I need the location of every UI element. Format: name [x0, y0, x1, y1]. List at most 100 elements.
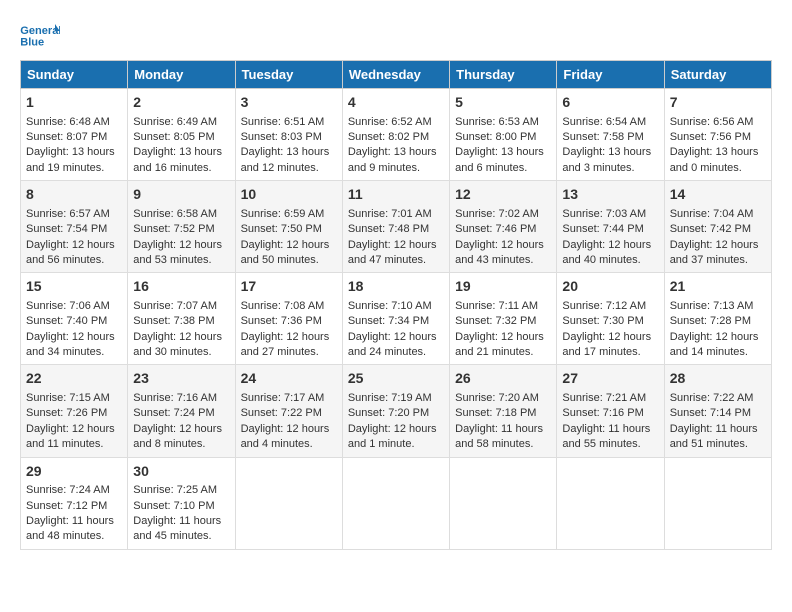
day-number: 22 [26, 369, 122, 389]
calendar-cell: 16Sunrise: 7:07 AMSunset: 7:38 PMDayligh… [128, 273, 235, 365]
day-number: 29 [26, 462, 122, 482]
day-info: Daylight: 13 hours and 3 minutes. [562, 145, 658, 176]
day-info: Sunrise: 6:58 AM [133, 207, 229, 222]
day-info: Sunrise: 7:12 AM [562, 299, 658, 314]
day-info: Sunset: 7:58 PM [562, 130, 658, 145]
day-number: 1 [26, 93, 122, 113]
calendar-cell: 13Sunrise: 7:03 AMSunset: 7:44 PMDayligh… [557, 181, 664, 273]
day-info: Sunrise: 6:52 AM [348, 115, 444, 130]
day-number: 26 [455, 369, 551, 389]
day-info: Daylight: 13 hours and 6 minutes. [455, 145, 551, 176]
day-info: Sunrise: 6:53 AM [455, 115, 551, 130]
day-info: Sunset: 7:56 PM [670, 130, 766, 145]
day-info: Daylight: 13 hours and 19 minutes. [26, 145, 122, 176]
day-number: 17 [241, 277, 337, 297]
day-info: Daylight: 12 hours and 14 minutes. [670, 330, 766, 361]
calendar-cell [664, 457, 771, 549]
calendar-cell: 6Sunrise: 6:54 AMSunset: 7:58 PMDaylight… [557, 89, 664, 181]
day-number: 7 [670, 93, 766, 113]
day-info: Daylight: 12 hours and 53 minutes. [133, 238, 229, 269]
calendar-cell: 27 Sunrise: 7:21 AMSunset: 7:16 PMDayligh… [557, 365, 664, 457]
day-info: Sunrise: 7:25 AM [133, 483, 229, 498]
header-cell-tuesday: Tuesday [235, 61, 342, 89]
calendar-cell: 18Sunrise: 7:10 AMSunset: 7:34 PMDayligh… [342, 273, 449, 365]
day-info: Sunset: 7:40 PM [26, 314, 122, 329]
day-info: Sunrise: 6:57 AM [26, 207, 122, 222]
calendar-cell: 20 Sunrise: 7:12 AMSunset: 7:30 PMDayligh… [557, 273, 664, 365]
calendar-week-row: 15Sunrise: 7:06 AMSunset: 7:40 PMDayligh… [21, 273, 772, 365]
day-info: Sunset: 7:30 PM [562, 314, 658, 329]
day-info: Sunrise: 7:07 AM [133, 299, 229, 314]
calendar-cell [342, 457, 449, 549]
day-number: 10 [241, 185, 337, 205]
day-info: Sunrise: 7:13 AM [670, 299, 766, 314]
day-info: Daylight: 12 hours and 47 minutes. [348, 238, 444, 269]
calendar-cell: 4Sunrise: 6:52 AMSunset: 8:02 PMDaylight… [342, 89, 449, 181]
day-info: Daylight: 11 hours and 48 minutes. [26, 514, 122, 545]
day-info: Sunrise: 7:20 AM [455, 391, 551, 406]
day-info: Sunset: 7:26 PM [26, 406, 122, 421]
day-number: 28 [670, 369, 766, 389]
day-info: Sunset: 7:48 PM [348, 222, 444, 237]
day-info: Sunset: 7:22 PM [241, 406, 337, 421]
day-info: Sunset: 7:52 PM [133, 222, 229, 237]
calendar-cell: 14Sunrise: 7:04 AMSunset: 7:42 PMDayligh… [664, 181, 771, 273]
logo: General Blue [20, 20, 60, 50]
calendar-cell: 7Sunrise: 6:56 AMSunset: 7:56 PMDaylight… [664, 89, 771, 181]
day-info: Daylight: 11 hours and 58 minutes. [455, 422, 551, 453]
day-info: Sunset: 7:32 PM [455, 314, 551, 329]
header-cell-thursday: Thursday [450, 61, 557, 89]
day-info: Sunrise: 6:56 AM [670, 115, 766, 130]
day-info: Sunset: 8:07 PM [26, 130, 122, 145]
header-cell-monday: Monday [128, 61, 235, 89]
calendar-cell: 28Sunrise: 7:22 AMSunset: 7:14 PMDayligh… [664, 365, 771, 457]
day-number: 20 [562, 277, 658, 297]
day-info: Daylight: 12 hours and 24 minutes. [348, 330, 444, 361]
day-number: 27 [562, 369, 658, 389]
page-header: General Blue [20, 20, 772, 50]
day-info: Daylight: 11 hours and 51 minutes. [670, 422, 766, 453]
day-number: 24 [241, 369, 337, 389]
day-info: Sunrise: 6:54 AM [562, 115, 658, 130]
day-number: 19 [455, 277, 551, 297]
calendar-cell: 30Sunrise: 7:25 AMSunset: 7:10 PMDayligh… [128, 457, 235, 549]
day-info: Sunset: 7:46 PM [455, 222, 551, 237]
day-info: Sunset: 7:16 PM [562, 406, 658, 421]
day-info: Daylight: 12 hours and 43 minutes. [455, 238, 551, 269]
day-info: Sunrise: 6:59 AM [241, 207, 337, 222]
calendar-cell: 22Sunrise: 7:15 AMSunset: 7:26 PMDayligh… [21, 365, 128, 457]
day-info: Daylight: 11 hours and 45 minutes. [133, 514, 229, 545]
day-info: Sunrise: 7:06 AM [26, 299, 122, 314]
calendar-week-row: 1Sunrise: 6:48 AMSunset: 8:07 PMDaylight… [21, 89, 772, 181]
day-info: Daylight: 13 hours and 12 minutes. [241, 145, 337, 176]
day-number: 13 [562, 185, 658, 205]
header-cell-sunday: Sunday [21, 61, 128, 89]
day-info: Sunset: 7:44 PM [562, 222, 658, 237]
day-info: Daylight: 12 hours and 27 minutes. [241, 330, 337, 361]
calendar-cell: 9Sunrise: 6:58 AMSunset: 7:52 PMDaylight… [128, 181, 235, 273]
day-info: Sunrise: 7:03 AM [562, 207, 658, 222]
day-info: Daylight: 12 hours and 17 minutes. [562, 330, 658, 361]
day-info: Daylight: 12 hours and 34 minutes. [26, 330, 122, 361]
day-info: Daylight: 12 hours and 1 minute. [348, 422, 444, 453]
day-info: Sunset: 8:02 PM [348, 130, 444, 145]
day-info: Sunrise: 6:49 AM [133, 115, 229, 130]
day-info: Sunset: 7:10 PM [133, 499, 229, 514]
header-cell-saturday: Saturday [664, 61, 771, 89]
day-info: Sunset: 8:05 PM [133, 130, 229, 145]
day-info: Sunrise: 7:21 AM [562, 391, 658, 406]
day-info: Daylight: 12 hours and 8 minutes. [133, 422, 229, 453]
day-info: Sunset: 7:50 PM [241, 222, 337, 237]
day-info: Sunrise: 7:24 AM [26, 483, 122, 498]
day-info: Daylight: 12 hours and 11 minutes. [26, 422, 122, 453]
calendar-cell [235, 457, 342, 549]
calendar-week-row: 8Sunrise: 6:57 AMSunset: 7:54 PMDaylight… [21, 181, 772, 273]
calendar-cell: 8Sunrise: 6:57 AMSunset: 7:54 PMDaylight… [21, 181, 128, 273]
day-info: Sunset: 7:14 PM [670, 406, 766, 421]
day-info: Sunset: 7:42 PM [670, 222, 766, 237]
day-number: 14 [670, 185, 766, 205]
calendar-cell: 23Sunrise: 7:16 AMSunset: 7:24 PMDayligh… [128, 365, 235, 457]
day-number: 18 [348, 277, 444, 297]
calendar-cell: 24Sunrise: 7:17 AMSunset: 7:22 PMDayligh… [235, 365, 342, 457]
day-info: Daylight: 11 hours and 55 minutes. [562, 422, 658, 453]
